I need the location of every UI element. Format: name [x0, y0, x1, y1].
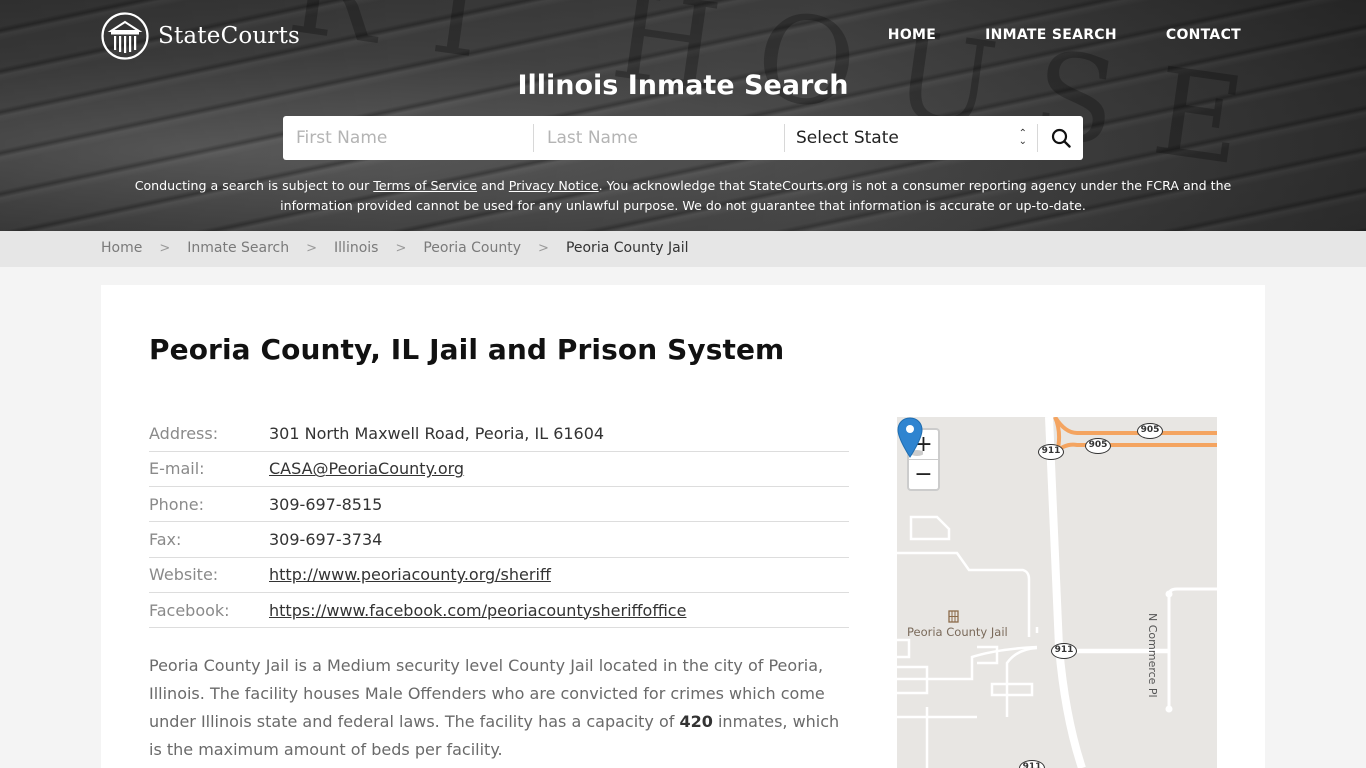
- route-shield: 911: [1038, 444, 1064, 460]
- capacity-value: 420: [679, 712, 713, 731]
- hero-title: Illinois Inmate Search: [517, 70, 849, 101]
- breadcrumb-home[interactable]: Home: [101, 240, 142, 256]
- fax-value: 309-697-3734: [269, 521, 849, 558]
- inmate-search-form: Select State ⌃⌄: [283, 116, 1083, 160]
- zoom-out-button[interactable]: −: [909, 460, 938, 490]
- table-row-email: E-mail: CASA@PeoriaCounty.org: [149, 451, 849, 488]
- website-link[interactable]: http://www.peoriacounty.org/sheriff: [269, 565, 551, 584]
- map-street-label: N Commerce Pl: [1146, 613, 1159, 698]
- hero-banner: RT HOUSE StateCourts HOME INMATE SEARCH …: [0, 0, 1366, 231]
- info-label: E-mail:: [149, 451, 269, 488]
- page-title: Peoria County, IL Jail and Prison System: [149, 333, 785, 366]
- search-button[interactable]: [1038, 116, 1083, 160]
- phone-value: 309-697-8515: [269, 486, 849, 523]
- brand-name: StateCourts: [158, 23, 301, 49]
- facility-card: Peoria County, IL Jail and Prison System…: [101, 285, 1265, 768]
- info-label: Website:: [149, 557, 269, 593]
- table-row-facebook: Facebook: https://www.facebook.com/peori…: [149, 592, 849, 629]
- local-roads: [897, 515, 1039, 768]
- breadcrumb-current: Peoria County Jail: [565, 240, 689, 256]
- nav-inmate-search[interactable]: INMATE SEARCH: [985, 27, 1117, 43]
- chevron-right-icon: >: [159, 240, 171, 256]
- location-map[interactable]: + − 911 905 905 911 911 Peoria County Ja…: [897, 417, 1217, 768]
- disclaimer-text: and: [477, 178, 509, 193]
- select-arrows-icon: ⌃ ⌄: [1018, 128, 1027, 147]
- search-icon: [1051, 128, 1071, 148]
- terms-of-service-link[interactable]: Terms of Service: [373, 178, 477, 193]
- chevron-right-icon: >: [538, 240, 549, 256]
- state-select[interactable]: Select State ⌃ ⌄: [785, 116, 1037, 160]
- breadcrumb-peoria-county[interactable]: Peoria County: [423, 240, 521, 256]
- facebook-link[interactable]: https://www.facebook.com/peoriacountyshe…: [269, 601, 686, 620]
- breadcrumb-inmate-search[interactable]: Inmate Search: [187, 240, 289, 256]
- jail-icon: [948, 610, 959, 623]
- breadcrumb-illinois[interactable]: Illinois: [334, 240, 378, 256]
- disclaimer-text: Conducting a search is subject to our: [134, 178, 374, 193]
- search-disclaimer: Conducting a search is subject to our Te…: [120, 176, 1246, 216]
- chevron-right-icon: >: [395, 240, 407, 256]
- email-link[interactable]: CASA@PeoriaCounty.org: [269, 459, 464, 478]
- road-911: [1045, 417, 1086, 768]
- facility-description: Peoria County Jail is a Medium security …: [149, 652, 849, 764]
- main-nav: HOME INMATE SEARCH CONTACT: [888, 27, 1241, 43]
- table-row-phone: Phone: 309-697-8515: [149, 486, 849, 523]
- privacy-notice-link[interactable]: Privacy Notice: [509, 178, 599, 193]
- breadcrumb-bar: Home > Inmate Search > Illinois > Peoria…: [0, 231, 1366, 267]
- last-name-input[interactable]: [534, 116, 784, 160]
- highway-905: [1053, 417, 1217, 455]
- courthouse-icon: [101, 12, 149, 60]
- table-row-address: Address: 301 North Maxwell Road, Peoria,…: [149, 416, 849, 452]
- chevron-right-icon: >: [306, 240, 318, 256]
- nav-contact[interactable]: CONTACT: [1166, 27, 1241, 43]
- statecourts-logo[interactable]: StateCourts: [101, 12, 300, 60]
- route-shield: 911: [1051, 643, 1077, 659]
- map-tiles: [897, 417, 1217, 768]
- route-shield: 905: [1137, 423, 1163, 439]
- route-shield: 905: [1085, 438, 1111, 454]
- nav-home[interactable]: HOME: [888, 27, 936, 43]
- info-label: Address:: [149, 416, 269, 452]
- breadcrumb: Home > Inmate Search > Illinois > Peoria…: [101, 240, 689, 256]
- first-name-input[interactable]: [283, 116, 533, 160]
- info-label: Facebook:: [149, 592, 269, 629]
- info-label: Phone:: [149, 486, 269, 523]
- info-label: Fax:: [149, 521, 269, 558]
- state-select-value: Select State: [796, 128, 899, 148]
- facility-info-table: Address: 301 North Maxwell Road, Peoria,…: [149, 416, 849, 629]
- table-row-fax: Fax: 309-697-3734: [149, 521, 849, 558]
- table-row-website: Website: http://www.peoriacounty.org/she…: [149, 557, 849, 593]
- map-place-label[interactable]: Peoria County Jail: [907, 625, 1008, 639]
- address-value: 301 North Maxwell Road, Peoria, IL 61604: [269, 416, 849, 452]
- map-marker-icon[interactable]: [897, 417, 923, 459]
